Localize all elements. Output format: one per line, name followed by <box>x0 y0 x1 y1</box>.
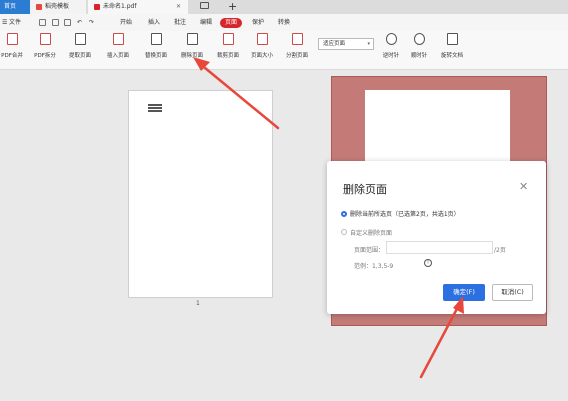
redo-icon[interactable]: ↷ <box>89 14 94 31</box>
cancel-button[interactable]: 取消(C) <box>492 284 533 301</box>
page-thumbnail-1[interactable] <box>128 90 273 298</box>
menu-insert[interactable]: 插入 <box>148 14 160 31</box>
tab-docer-label: 稻壳模板 <box>45 3 70 10</box>
pdf-merge-button[interactable]: PDF合并 <box>0 33 24 65</box>
rotate-document-button[interactable]: 旋转文档 <box>436 33 468 65</box>
rotate-left-label: 逆时针 <box>382 53 400 59</box>
extract-page-label: 提取页面 <box>68 53 91 59</box>
delete-page-icon <box>186 33 198 45</box>
monitor-icon[interactable] <box>200 2 209 9</box>
menu-file[interactable]: 文件 <box>9 14 21 31</box>
radio-custom-delete[interactable] <box>341 229 347 235</box>
chevron-down-icon: ▾ <box>367 41 370 47</box>
close-icon[interactable]: ✕ <box>519 181 528 192</box>
range-example-text: 范例：1,3,5-9 <box>354 263 394 270</box>
crop-page-button[interactable]: 裁剪页面 <box>212 33 244 65</box>
split-page-icon <box>291 33 303 45</box>
menu-hamburger-icon[interactable]: ☰ <box>2 14 7 31</box>
tab-close-icon[interactable]: ✕ <box>176 0 181 14</box>
menu-page[interactable]: 页面 <box>220 17 243 28</box>
rotate-document-label: 旋转文档 <box>440 53 463 59</box>
rotate-left-icon <box>385 33 397 45</box>
tab-pdf-document[interactable]: 未命名1.pdf ✕ <box>88 0 188 14</box>
pdf-split-icon <box>39 33 51 45</box>
print-icon[interactable] <box>64 19 71 26</box>
page-size-label: 页面大小 <box>250 53 273 59</box>
page-number-label: 1 <box>196 300 200 307</box>
confirm-button[interactable]: 确定(F) <box>443 284 485 301</box>
insert-page-label: 插入页面 <box>106 53 129 59</box>
split-page-button[interactable]: 分割页面 <box>281 33 313 65</box>
menu-convert[interactable]: 转换 <box>278 14 290 31</box>
replace-page-label: 替换页面 <box>144 53 167 59</box>
extract-page-icon <box>74 33 86 45</box>
page-size-button[interactable]: 页面大小 <box>246 33 278 65</box>
pdf-merge-label: PDF合并 <box>1 53 23 59</box>
replace-page-button[interactable]: 替换页面 <box>140 33 172 65</box>
new-tab-button[interactable]: + <box>228 0 237 14</box>
rotate-right-label: 顺时针 <box>410 53 428 59</box>
rotate-document-icon <box>446 33 458 45</box>
page-size-icon <box>256 33 268 45</box>
dialog-title: 删除页面 <box>343 183 387 196</box>
pdf-split-label: PDF拆分 <box>34 53 56 59</box>
zoom-select[interactable]: 适应页面 ▾ <box>318 38 374 50</box>
undo-icon[interactable]: ↶ <box>77 14 82 31</box>
menu-edit[interactable]: 编辑 <box>200 14 212 31</box>
extract-page-button[interactable]: 提取页面 <box>65 33 95 65</box>
pdf-file-icon <box>94 3 100 10</box>
insert-page-button[interactable]: 插入页面 <box>101 33 135 65</box>
replace-page-icon <box>150 33 162 45</box>
tab-pdf-label: 未命名1.pdf <box>103 3 137 10</box>
page-range-label: 页面范围： <box>354 247 385 254</box>
pdf-split-button[interactable]: PDF拆分 <box>30 33 60 65</box>
save-icon[interactable] <box>52 19 59 26</box>
docer-icon <box>36 3 42 10</box>
info-icon[interactable]: ! <box>424 259 432 267</box>
radio-delete-selected[interactable] <box>341 211 347 217</box>
page-range-input[interactable] <box>386 241 493 254</box>
rotate-left-button[interactable]: 逆时针 <box>377 33 405 65</box>
pdf-merge-icon <box>6 33 18 45</box>
zoom-value: 适应页面 <box>323 41 346 47</box>
delete-page-label: 删除页面 <box>180 53 203 59</box>
open-icon[interactable] <box>39 19 46 26</box>
crop-page-label: 裁剪页面 <box>216 53 239 59</box>
option-delete-selected-label[interactable]: 删除当前所选页（已选第2页，共选1页） <box>350 209 460 218</box>
rotate-right-button[interactable]: 顺时针 <box>405 33 433 65</box>
page-content-mark <box>148 104 162 114</box>
tab-home[interactable]: 首页 <box>0 0 30 14</box>
insert-page-icon <box>112 33 124 45</box>
delete-page-button[interactable]: 删除页面 <box>176 33 208 65</box>
split-page-label: 分割页面 <box>285 53 308 59</box>
menu-start[interactable]: 开始 <box>120 14 132 31</box>
rotate-right-icon <box>413 33 425 45</box>
tab-docer-templates[interactable]: 稻壳模板 <box>30 0 86 14</box>
menu-annotate[interactable]: 批注 <box>174 14 186 31</box>
menu-protect[interactable]: 保护 <box>252 14 264 31</box>
page-total-label: /2页 <box>494 247 506 254</box>
crop-page-icon <box>222 33 234 45</box>
option-custom-delete-label[interactable]: 自定义删除页面 <box>350 228 392 237</box>
